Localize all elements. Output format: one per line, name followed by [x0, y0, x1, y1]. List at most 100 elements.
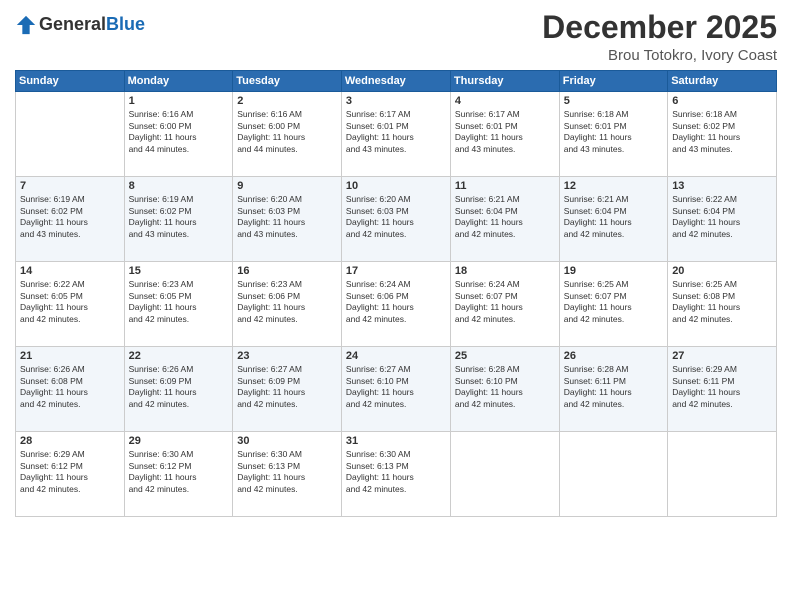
- calendar-week-row: 7Sunrise: 6:19 AMSunset: 6:02 PMDaylight…: [16, 177, 777, 262]
- calendar-cell: 25 Sunrise: 6:28 AMSunset: 6:10 PMDayligh…: [450, 347, 559, 432]
- day-number: 31: [346, 435, 446, 447]
- day-number: 30: [237, 435, 337, 447]
- day-number: 13: [672, 180, 772, 192]
- col-wednesday: Wednesday: [341, 71, 450, 92]
- title-block: December 2025 Brou Totokro, Ivory Coast: [542, 10, 777, 64]
- day-number: 16: [237, 265, 337, 277]
- calendar-table: Sunday Monday Tuesday Wednesday Thursday…: [15, 70, 777, 517]
- day-number: 9: [237, 180, 337, 192]
- day-number: 28: [20, 435, 120, 447]
- calendar-cell: 20 Sunrise: 6:25 AMSunset: 6:08 PMDayligh…: [668, 262, 777, 347]
- day-detail: Sunrise: 6:28 AMSunset: 6:10 PMDaylight:…: [455, 364, 555, 410]
- day-number: 24: [346, 350, 446, 362]
- calendar-cell: [559, 432, 667, 517]
- day-detail: Sunrise: 6:24 AMSunset: 6:06 PMDaylight:…: [346, 279, 446, 325]
- day-number: 12: [564, 180, 663, 192]
- calendar-week-row: 1 Sunrise: 6:16 AMSunset: 6:00 PMDaylight…: [16, 92, 777, 177]
- day-detail: Sunrise: 6:21 AMSunset: 6:04 PMDaylight:…: [455, 194, 555, 240]
- day-detail: Sunrise: 6:29 AMSunset: 6:12 PMDaylight:…: [20, 449, 120, 495]
- day-number: 26: [564, 350, 663, 362]
- logo-icon: [15, 14, 37, 36]
- calendar-cell: 30 Sunrise: 6:30 AMSunset: 6:13 PMDayligh…: [233, 432, 342, 517]
- calendar-cell: 19 Sunrise: 6:25 AMSunset: 6:07 PMDayligh…: [559, 262, 667, 347]
- col-thursday: Thursday: [450, 71, 559, 92]
- calendar-cell: 7Sunrise: 6:19 AMSunset: 6:02 PMDaylight…: [16, 177, 125, 262]
- calendar-cell: 11Sunrise: 6:21 AMSunset: 6:04 PMDayligh…: [450, 177, 559, 262]
- logo-text: GeneralBlue: [39, 15, 145, 35]
- day-number: 8: [129, 180, 229, 192]
- day-number: 6: [672, 95, 772, 107]
- day-number: 14: [20, 265, 120, 277]
- day-detail: Sunrise: 6:19 AMSunset: 6:02 PMDaylight:…: [20, 194, 120, 240]
- day-detail: Sunrise: 6:16 AMSunset: 6:00 PMDaylight:…: [237, 109, 337, 155]
- day-detail: Sunrise: 6:17 AMSunset: 6:01 PMDaylight:…: [346, 109, 446, 155]
- calendar-cell: 2 Sunrise: 6:16 AMSunset: 6:00 PMDaylight…: [233, 92, 342, 177]
- day-number: 25: [455, 350, 555, 362]
- day-detail: Sunrise: 6:25 AMSunset: 6:08 PMDaylight:…: [672, 279, 772, 325]
- day-number: 15: [129, 265, 229, 277]
- day-detail: Sunrise: 6:28 AMSunset: 6:11 PMDaylight:…: [564, 364, 663, 410]
- day-detail: Sunrise: 6:16 AMSunset: 6:00 PMDaylight:…: [129, 109, 229, 155]
- day-number: 10: [346, 180, 446, 192]
- day-detail: Sunrise: 6:26 AMSunset: 6:08 PMDaylight:…: [20, 364, 120, 410]
- calendar-body: 1 Sunrise: 6:16 AMSunset: 6:00 PMDaylight…: [16, 92, 777, 517]
- calendar-week-row: 28 Sunrise: 6:29 AMSunset: 6:12 PMDayligh…: [16, 432, 777, 517]
- calendar-cell: 29Sunrise: 6:30 AMSunset: 6:12 PMDayligh…: [124, 432, 233, 517]
- calendar-week-row: 21 Sunrise: 6:26 AMSunset: 6:08 PMDayligh…: [16, 347, 777, 432]
- day-detail: Sunrise: 6:21 AMSunset: 6:04 PMDaylight:…: [564, 194, 663, 240]
- calendar-cell: 18 Sunrise: 6:24 AMSunset: 6:07 PMDayligh…: [450, 262, 559, 347]
- day-detail: Sunrise: 6:24 AMSunset: 6:07 PMDaylight:…: [455, 279, 555, 325]
- calendar-cell: 3 Sunrise: 6:17 AMSunset: 6:01 PMDaylight…: [341, 92, 450, 177]
- day-number: 1: [129, 95, 229, 107]
- day-number: 22: [129, 350, 229, 362]
- day-number: 2: [237, 95, 337, 107]
- day-detail: Sunrise: 6:19 AMSunset: 6:02 PMDaylight:…: [129, 194, 229, 240]
- col-monday: Monday: [124, 71, 233, 92]
- calendar-cell: 17 Sunrise: 6:24 AMSunset: 6:06 PMDayligh…: [341, 262, 450, 347]
- calendar-cell: 31 Sunrise: 6:30 AMSunset: 6:13 PMDayligh…: [341, 432, 450, 517]
- day-detail: Sunrise: 6:26 AMSunset: 6:09 PMDaylight:…: [129, 364, 229, 410]
- calendar-cell: 9 Sunrise: 6:20 AMSunset: 6:03 PMDaylight…: [233, 177, 342, 262]
- day-number: 20: [672, 265, 772, 277]
- calendar-cell: 15 Sunrise: 6:23 AMSunset: 6:05 PMDayligh…: [124, 262, 233, 347]
- calendar-cell: 24Sunrise: 6:27 AMSunset: 6:10 PMDayligh…: [341, 347, 450, 432]
- day-detail: Sunrise: 6:18 AMSunset: 6:01 PMDaylight:…: [564, 109, 663, 155]
- calendar-cell: 27 Sunrise: 6:29 AMSunset: 6:11 PMDayligh…: [668, 347, 777, 432]
- day-detail: Sunrise: 6:23 AMSunset: 6:06 PMDaylight:…: [237, 279, 337, 325]
- calendar-cell: [450, 432, 559, 517]
- calendar-cell: 21 Sunrise: 6:26 AMSunset: 6:08 PMDayligh…: [16, 347, 125, 432]
- day-detail: Sunrise: 6:22 AMSunset: 6:04 PMDaylight:…: [672, 194, 772, 240]
- col-sunday: Sunday: [16, 71, 125, 92]
- calendar-cell: 12 Sunrise: 6:21 AMSunset: 6:04 PMDayligh…: [559, 177, 667, 262]
- day-number: 17: [346, 265, 446, 277]
- day-detail: Sunrise: 6:23 AMSunset: 6:05 PMDaylight:…: [129, 279, 229, 325]
- calendar-cell: 5 Sunrise: 6:18 AMSunset: 6:01 PMDaylight…: [559, 92, 667, 177]
- calendar-cell: 8 Sunrise: 6:19 AMSunset: 6:02 PMDaylight…: [124, 177, 233, 262]
- day-detail: Sunrise: 6:20 AMSunset: 6:03 PMDaylight:…: [237, 194, 337, 240]
- day-number: 5: [564, 95, 663, 107]
- calendar-cell: [668, 432, 777, 517]
- day-detail: Sunrise: 6:30 AMSunset: 6:13 PMDaylight:…: [237, 449, 337, 495]
- calendar-cell: 28 Sunrise: 6:29 AMSunset: 6:12 PMDayligh…: [16, 432, 125, 517]
- day-number: 18: [455, 265, 555, 277]
- day-number: 27: [672, 350, 772, 362]
- day-number: 3: [346, 95, 446, 107]
- logo-blue-text: Blue: [106, 14, 145, 34]
- calendar-cell: 16 Sunrise: 6:23 AMSunset: 6:06 PMDayligh…: [233, 262, 342, 347]
- day-detail: Sunrise: 6:30 AMSunset: 6:12 PMDaylight:…: [129, 449, 229, 495]
- col-friday: Friday: [559, 71, 667, 92]
- day-detail: Sunrise: 6:27 AMSunset: 6:09 PMDaylight:…: [237, 364, 337, 410]
- day-detail: Sunrise: 6:25 AMSunset: 6:07 PMDaylight:…: [564, 279, 663, 325]
- calendar-cell: 26 Sunrise: 6:28 AMSunset: 6:11 PMDayligh…: [559, 347, 667, 432]
- day-detail: Sunrise: 6:29 AMSunset: 6:11 PMDaylight:…: [672, 364, 772, 410]
- calendar-cell: 14Sunrise: 6:22 AMSunset: 6:05 PMDayligh…: [16, 262, 125, 347]
- calendar-cell: 22 Sunrise: 6:26 AMSunset: 6:09 PMDayligh…: [124, 347, 233, 432]
- day-number: 23: [237, 350, 337, 362]
- day-detail: Sunrise: 6:30 AMSunset: 6:13 PMDaylight:…: [346, 449, 446, 495]
- day-detail: Sunrise: 6:20 AMSunset: 6:03 PMDaylight:…: [346, 194, 446, 240]
- day-number: 19: [564, 265, 663, 277]
- day-number: 21: [20, 350, 120, 362]
- logo-general-text: General: [39, 14, 106, 34]
- calendar-cell: 4Sunrise: 6:17 AMSunset: 6:01 PMDaylight…: [450, 92, 559, 177]
- calendar-header-row: Sunday Monday Tuesday Wednesday Thursday…: [16, 71, 777, 92]
